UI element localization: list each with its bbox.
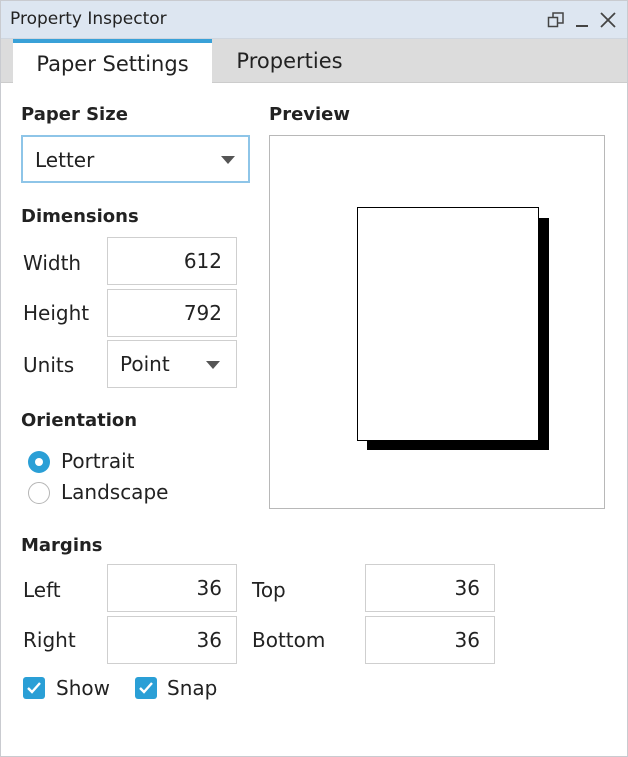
margin-right-field[interactable]: 36	[107, 616, 237, 664]
height-label: Height	[23, 301, 90, 325]
checkmark-icon	[27, 682, 41, 694]
width-field[interactable]: 612	[107, 237, 237, 285]
show-label[interactable]: Show	[56, 676, 110, 700]
margin-left-field[interactable]: 36	[107, 564, 237, 612]
restore-icon[interactable]	[543, 6, 569, 34]
landscape-radio[interactable]	[28, 482, 50, 504]
margin-bottom-label: Bottom	[252, 628, 326, 652]
width-label: Width	[23, 251, 82, 275]
margin-left-label: Left	[23, 578, 61, 602]
paper-size-value: Letter	[35, 148, 95, 172]
tab-properties[interactable]: Properties	[212, 39, 367, 83]
page-preview	[357, 207, 539, 441]
margin-right-value: 36	[196, 628, 222, 652]
paper-size-heading: Paper Size	[21, 104, 128, 125]
tab-bar: Paper Settings Properties	[1, 39, 627, 84]
dimensions-heading: Dimensions	[21, 206, 139, 227]
minimize-icon[interactable]	[569, 6, 595, 34]
tab-paper-settings[interactable]: Paper Settings	[13, 39, 212, 84]
units-label: Units	[23, 353, 75, 377]
property-inspector-window: Property Inspector Paper Settings Proper…	[0, 0, 628, 757]
height-value: 792	[183, 301, 222, 325]
margin-left-value: 36	[196, 576, 222, 600]
margin-bottom-field[interactable]: 36	[365, 616, 495, 664]
close-icon[interactable]	[595, 6, 621, 34]
portrait-radio[interactable]	[28, 451, 50, 473]
margin-top-label: Top	[252, 578, 286, 602]
height-field[interactable]: 792	[107, 289, 237, 337]
snap-label[interactable]: Snap	[167, 676, 217, 700]
paper-size-select[interactable]: Letter	[21, 135, 250, 183]
snap-checkbox[interactable]	[135, 677, 157, 699]
margin-top-value: 36	[454, 576, 480, 600]
chevron-down-icon	[206, 361, 220, 369]
portrait-label[interactable]: Portrait	[61, 449, 135, 473]
margin-bottom-value: 36	[454, 628, 480, 652]
units-value: Point	[120, 352, 170, 376]
show-checkbox[interactable]	[23, 677, 45, 699]
margins-heading: Margins	[21, 535, 103, 556]
landscape-label[interactable]: Landscape	[61, 480, 168, 504]
margin-right-label: Right	[23, 628, 76, 652]
checkmark-icon	[139, 682, 153, 694]
units-select[interactable]: Point	[107, 340, 237, 388]
margin-top-field[interactable]: 36	[365, 564, 495, 612]
chevron-down-icon	[221, 156, 235, 164]
orientation-heading: Orientation	[21, 410, 138, 431]
window-title: Property Inspector	[10, 9, 167, 29]
title-bar[interactable]: Property Inspector	[1, 1, 627, 39]
preview-heading: Preview	[269, 104, 351, 125]
window-controls	[543, 6, 621, 34]
width-value: 612	[183, 249, 222, 273]
